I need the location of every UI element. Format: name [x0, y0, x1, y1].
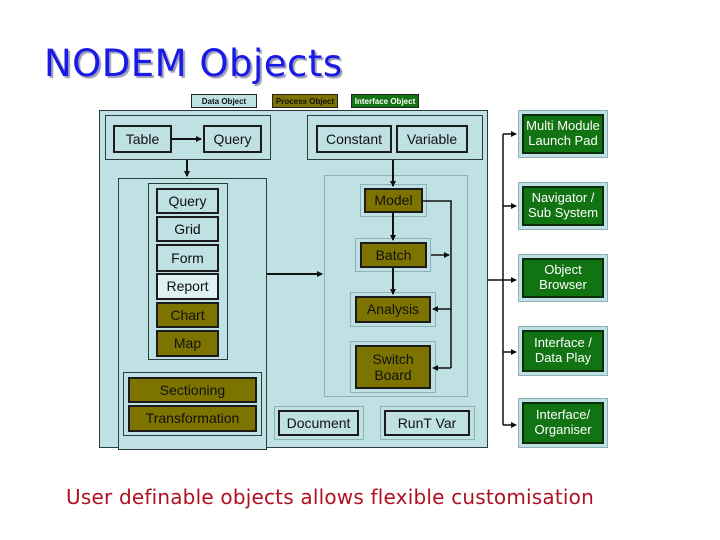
connector-model-bus — [423, 200, 452, 368]
connector-layer — [172, 131, 517, 428]
footer-caption: User definable objects allows flexible c… — [66, 485, 594, 509]
